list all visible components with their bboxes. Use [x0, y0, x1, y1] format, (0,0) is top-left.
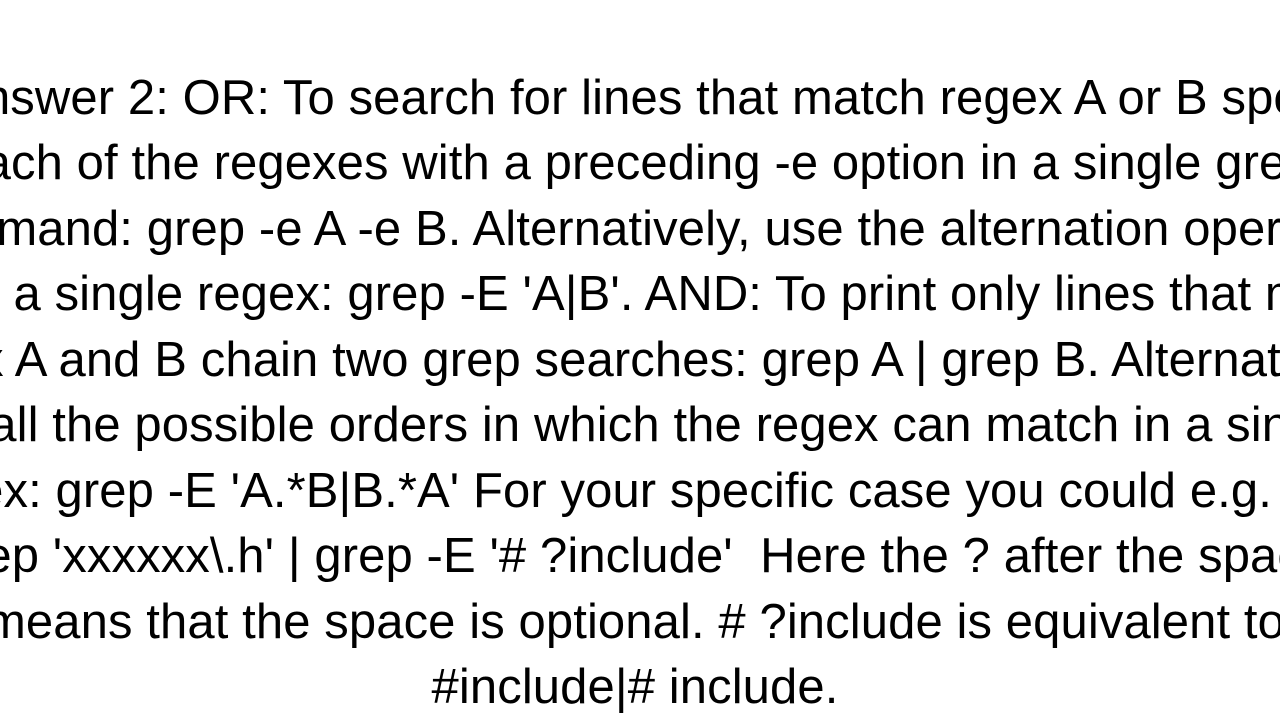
- answer-text-block: Answer 2: OR: To search for lines that m…: [0, 0, 1280, 720]
- answer-body: OR: To search for lines that match regex…: [0, 71, 1280, 715]
- answer-label: Answer 2:: [0, 71, 169, 125]
- document-viewport: Answer 2: OR: To search for lines that m…: [0, 0, 1280, 720]
